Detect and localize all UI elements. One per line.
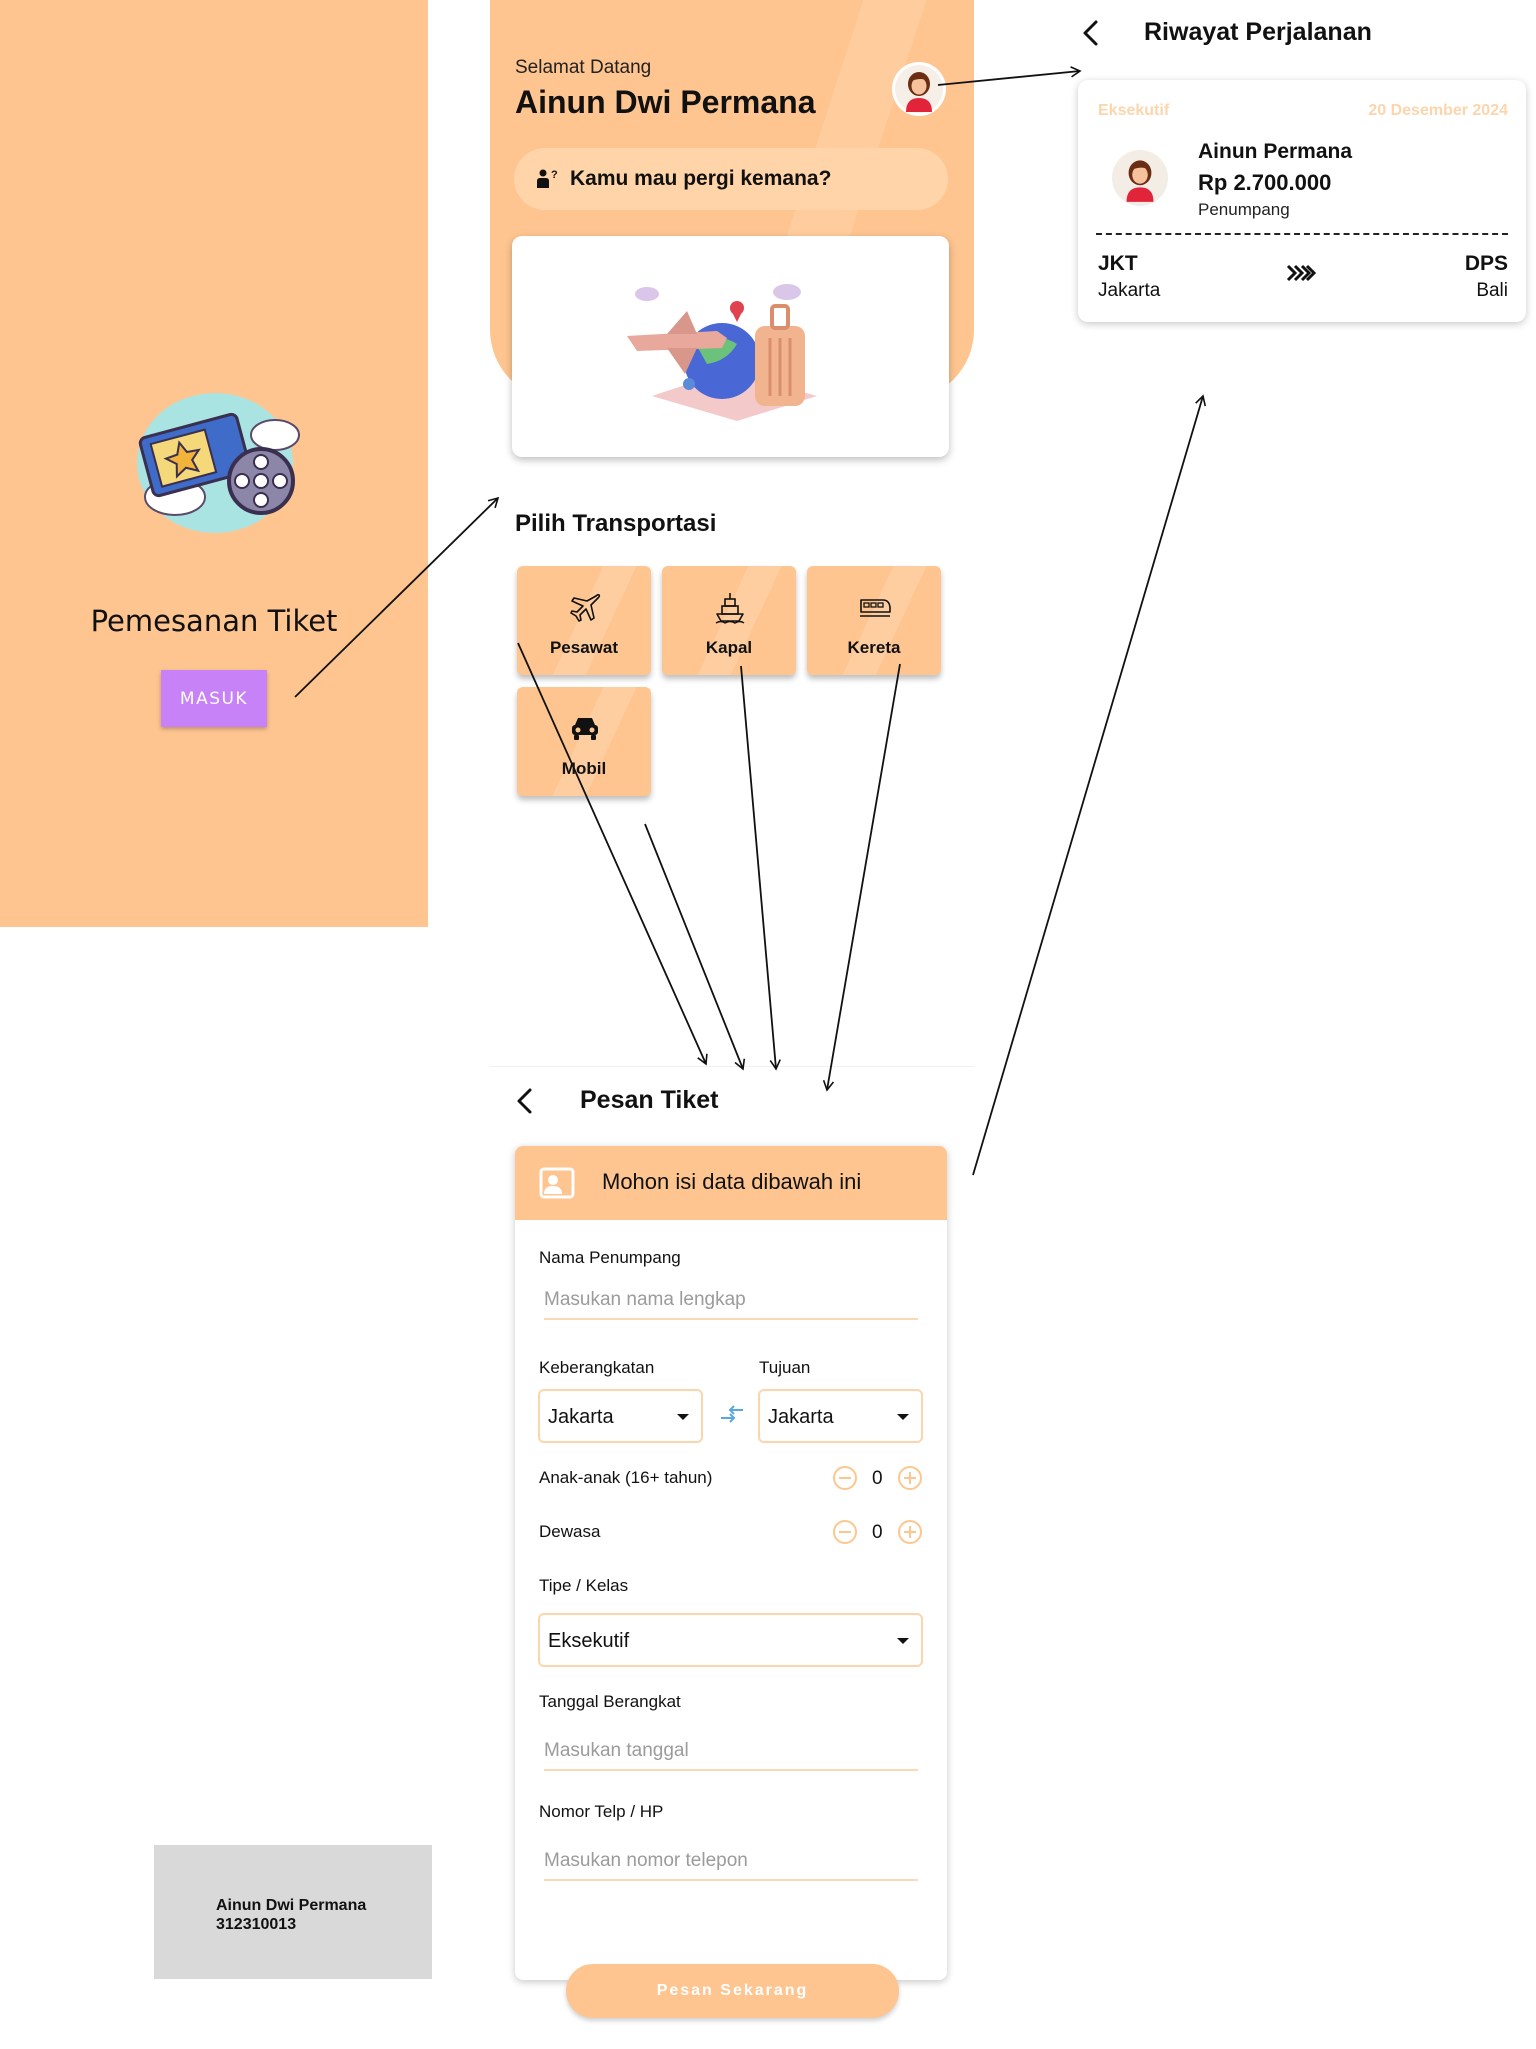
destination-select[interactable]: Jakarta	[758, 1389, 923, 1443]
back-arrow-icon[interactable]	[1072, 14, 1112, 54]
transport-label: Kapal	[705, 638, 753, 657]
minus-circle-icon[interactable]	[832, 1519, 858, 1545]
svg-text:?: ?	[551, 169, 558, 181]
traveler-question-icon: ?	[537, 169, 558, 188]
order-screen: Pesan Tiket Mohon isi data dibawah ini N…	[490, 1066, 974, 2049]
destination-search[interactable]: ? Kamu mau pergi kemana?	[514, 148, 948, 210]
flow-arrow	[972, 394, 1207, 1176]
transport-card-kapal[interactable]: Kapal	[662, 566, 796, 675]
date-label: Tanggal Berangkat	[539, 1692, 681, 1711]
login-button[interactable]: MASUK	[161, 670, 267, 727]
order-now-button[interactable]: Pesan Sekarang	[566, 1964, 899, 2018]
author-id: 312310013	[216, 1916, 297, 1933]
departure-select[interactable]: Jakarta	[538, 1389, 703, 1443]
app-title: Pemesanan Tiket	[90, 604, 338, 638]
swap-arrows-icon[interactable]	[719, 1404, 745, 1424]
train-icon	[860, 599, 891, 617]
ticket-film-reel-icon	[137, 393, 300, 533]
transport-card-mobil[interactable]: Mobil	[517, 687, 651, 796]
transport-label: Mobil	[561, 759, 607, 778]
caret-down-icon	[897, 1638, 909, 1644]
date-input[interactable]: Masukan tanggal	[544, 1740, 689, 1762]
destination-city: Bali	[1476, 280, 1508, 301]
ticket-price: Rp 2.700.000	[1198, 170, 1332, 195]
form-header: Mohon isi data dibawah ini	[515, 1146, 947, 1220]
author-name: Ainun Dwi Permana	[216, 1897, 367, 1914]
name-input[interactable]: Masukan nama lengkap	[544, 1289, 746, 1311]
destination-label: Tujuan	[759, 1358, 811, 1377]
children-label: Anak-anak (16+ tahun)	[539, 1468, 713, 1487]
ship-icon	[715, 593, 745, 624]
user-avatar-icon	[1126, 160, 1154, 202]
transport-label: Pesawat	[549, 638, 619, 657]
route-chevrons-icon	[1286, 264, 1316, 282]
page-title: Pesan Tiket	[580, 1086, 719, 1114]
travel-banner	[512, 236, 949, 457]
login-screen: Pemesanan Tiket MASUK	[0, 0, 428, 927]
class-select[interactable]: Eksekutif	[538, 1613, 923, 1667]
ticket-class: Eksekutif	[1098, 102, 1170, 119]
transport-card-pesawat[interactable]: Pesawat	[517, 566, 651, 675]
search-placeholder: Kamu mau pergi kemana?	[570, 167, 832, 190]
children-count: 0	[872, 1468, 883, 1489]
passenger-avatar	[1112, 150, 1168, 206]
caret-down-icon	[897, 1414, 909, 1420]
destination-code: DPS	[1464, 252, 1508, 275]
origin-code: JKT	[1098, 252, 1138, 275]
airplane-icon	[570, 593, 601, 622]
transport-card-kereta[interactable]: Kereta	[807, 566, 941, 675]
adult-label: Dewasa	[539, 1522, 601, 1541]
greeting-text: Selamat Datang	[515, 57, 652, 78]
trip-history-card[interactable]: Eksekutif 20 Desember 2024 Ainun Permana…	[1078, 80, 1526, 322]
user-name: Ainun Dwi Permana	[515, 84, 816, 120]
origin-city: Jakarta	[1098, 280, 1161, 301]
adult-count: 0	[872, 1522, 883, 1543]
avatar[interactable]	[892, 62, 946, 116]
history-screen: Riwayat Perjalanan Eksekutif 20 Desember…	[1052, 0, 1536, 340]
id-card-icon	[539, 1167, 575, 1199]
author-box: Ainun Dwi Permana 312310013	[154, 1845, 432, 1979]
user-avatar-icon	[895, 65, 943, 113]
departure-label: Keberangkatan	[539, 1358, 655, 1377]
transport-label: Kereta	[847, 638, 901, 657]
plus-circle-icon[interactable]	[897, 1519, 923, 1545]
passenger-name: Ainun Permana	[1198, 140, 1353, 163]
form-header-text: Mohon isi data dibawah ini	[602, 1169, 862, 1194]
minus-circle-icon[interactable]	[832, 1465, 858, 1491]
phone-input[interactable]: Masukan nomor telepon	[544, 1850, 748, 1872]
plus-circle-icon[interactable]	[897, 1465, 923, 1491]
phone-label: Nomor Telp / HP	[539, 1802, 664, 1821]
dashed-divider	[1096, 233, 1508, 235]
order-form-panel: Mohon isi data dibawah ini Nama Penumpan…	[515, 1146, 947, 1980]
flow-arrow	[644, 823, 746, 1071]
page-title: Riwayat Perjalanan	[1144, 18, 1372, 46]
name-label: Nama Penumpang	[539, 1248, 681, 1267]
caret-down-icon	[677, 1414, 689, 1420]
passenger-type: Penumpang	[1198, 200, 1290, 219]
trip-date: 20 Desember 2024	[1368, 102, 1508, 119]
car-icon	[572, 718, 598, 740]
section-title: Pilih Transportasi	[515, 510, 717, 537]
class-label: Tipe / Kelas	[539, 1576, 629, 1595]
travel-globe-luggage-icon	[627, 284, 817, 421]
home-screen: Selamat Datang Ainun Dwi Permana ? Kamu …	[490, 0, 974, 830]
back-arrow-icon[interactable]	[506, 1082, 546, 1122]
